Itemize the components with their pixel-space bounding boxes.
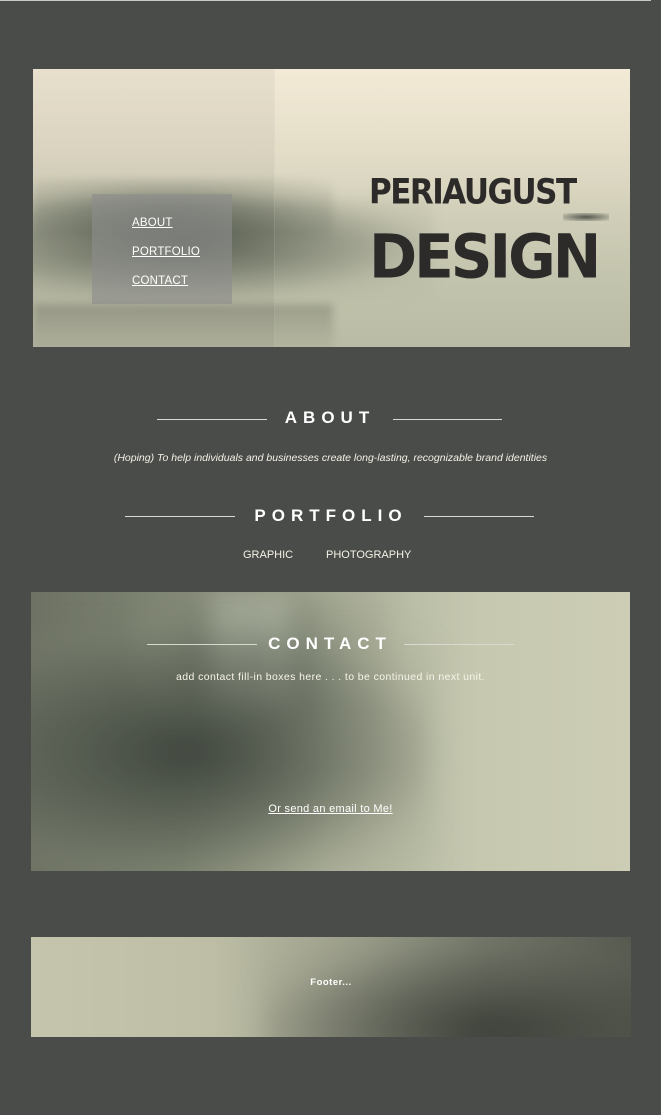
email-link[interactable]: Or send an email to Me!	[31, 803, 630, 815]
footer-background-shade	[261, 947, 631, 1037]
portfolio-title: PORTFOLIO	[254, 506, 408, 525]
header-hero: ABOUT PORTFOLIO CONTACT PERIAUGUST DESIG…	[33, 69, 630, 347]
contact-rule-right	[404, 644, 514, 645]
nav-link-portfolio[interactable]: PORTFOLIO	[132, 246, 200, 258]
main-nav: ABOUT PORTFOLIO CONTACT	[92, 194, 232, 304]
footer: Footer...	[31, 937, 631, 1037]
brand-name: PERIAUGUST	[369, 172, 577, 213]
brand-subtitle: DESIGN	[369, 221, 601, 293]
contact-rule-left	[147, 644, 257, 645]
portfolio-link-photography[interactable]: PHOTOGRAPHY	[326, 549, 411, 561]
portfolio-rule-left	[125, 516, 235, 517]
portfolio-link-graphic[interactable]: GRAPHIC	[243, 549, 293, 561]
contact-subtitle: add contact fill-in boxes here . . . to …	[176, 671, 485, 683]
footer-text: Footer...	[310, 977, 352, 988]
portfolio-rule-right	[424, 516, 534, 517]
contact-background-fog	[31, 632, 431, 871]
about-rule-right	[393, 419, 502, 420]
nav-link-about[interactable]: ABOUT	[132, 217, 173, 229]
top-divider	[0, 0, 651, 1]
about-title: ABOUT	[284, 408, 376, 427]
nav-link-contact[interactable]: CONTACT	[132, 275, 188, 287]
about-description: (Hoping) To help individuals and busines…	[113, 452, 548, 464]
contact-title: CONTACT	[268, 634, 392, 653]
about-rule-left	[157, 419, 267, 420]
contact-section: CONTACT add contact fill-in boxes here .…	[31, 592, 630, 871]
hero-background-island	[563, 213, 609, 221]
